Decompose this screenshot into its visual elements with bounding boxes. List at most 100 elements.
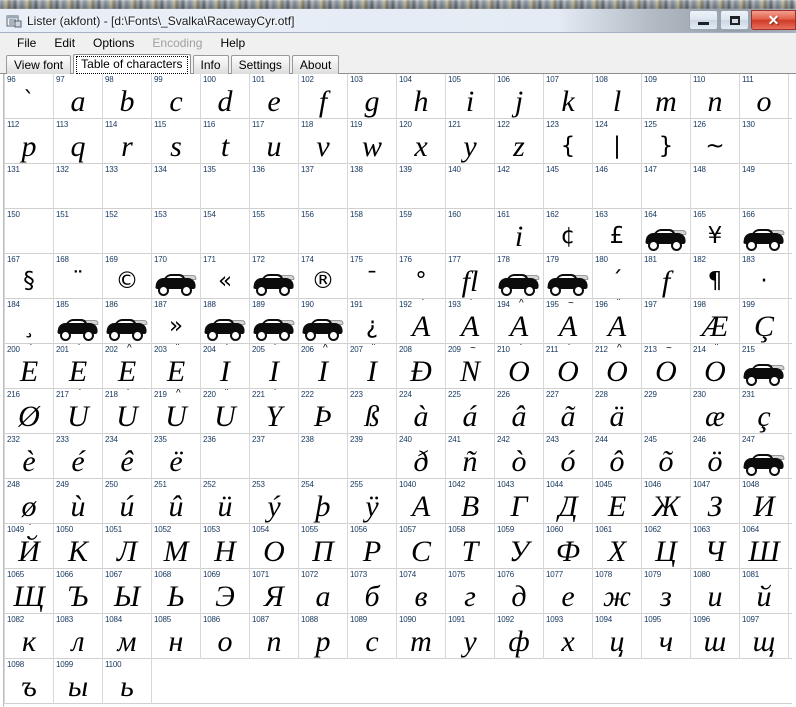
character-cell[interactable]: 169 © — [103, 254, 152, 299]
character-cell[interactable]: 148 — [691, 164, 740, 209]
character-cell[interactable]: 183 · — [740, 254, 789, 299]
character-cell[interactable]: 212 ^ O — [593, 344, 642, 389]
character-cell[interactable]: 1079 з — [642, 569, 691, 614]
character-cell[interactable]: 180 ´ — [593, 254, 642, 299]
character-cell[interactable]: 1081 й — [740, 569, 789, 614]
character-cell[interactable]: 162 ¢ — [544, 209, 593, 254]
character-cell[interactable]: 242 ò — [495, 434, 544, 479]
character-cell[interactable]: 238 — [299, 434, 348, 479]
character-cell[interactable]: 1053 Н — [201, 524, 250, 569]
character-cell[interactable]: 175 ¯ — [348, 254, 397, 299]
character-cell[interactable]: 145 — [544, 164, 593, 209]
character-cell[interactable]: 196 ¨ A — [593, 299, 642, 344]
character-cell[interactable]: 240 ð — [397, 434, 446, 479]
character-cell[interactable]: 255 ÿ — [348, 479, 397, 524]
character-cell[interactable]: 155 — [250, 209, 299, 254]
character-cell[interactable]: 185 — [54, 299, 103, 344]
character-cell[interactable]: 125} — [642, 119, 691, 164]
character-cell[interactable]: 193 ´ A — [446, 299, 495, 344]
character-cell[interactable]: 224 à — [397, 389, 446, 434]
character-cell[interactable]: 236 — [201, 434, 250, 479]
character-cell[interactable]: 214 ¨ O — [691, 344, 740, 389]
character-cell[interactable]: 117 u — [250, 119, 299, 164]
character-cell[interactable]: 142 — [495, 164, 544, 209]
character-cell[interactable]: 1047 З — [691, 479, 740, 524]
character-cell[interactable]: 126 ~ — [691, 119, 740, 164]
character-cell[interactable]: 1044 Д — [544, 479, 593, 524]
character-cell[interactable]: 107 k — [544, 74, 593, 119]
character-cell[interactable]: 179 — [544, 254, 593, 299]
character-cell[interactable]: 241 ñ — [446, 434, 495, 479]
character-cell[interactable]: 237 — [250, 434, 299, 479]
character-cell[interactable]: 130 — [740, 119, 789, 164]
character-cell[interactable]: 98 b — [103, 74, 152, 119]
character-cell[interactable]: 1097 щ — [740, 614, 789, 659]
character-cell[interactable]: 229 — [642, 389, 691, 434]
character-cell[interactable]: 205 ´ I — [250, 344, 299, 389]
maximize-button[interactable] — [720, 10, 749, 30]
character-cell[interactable]: 1076 д — [495, 569, 544, 614]
character-cell[interactable]: 1074 в — [397, 569, 446, 614]
menu-item-help[interactable]: Help — [211, 34, 254, 52]
character-cell[interactable]: 207 ¨ I — [348, 344, 397, 389]
character-cell[interactable]: 206 ^ I — [299, 344, 348, 389]
character-cell[interactable]: 112 p — [5, 119, 54, 164]
character-cell[interactable]: 217 ` U — [54, 389, 103, 434]
character-cell[interactable]: 116 t — [201, 119, 250, 164]
character-cell[interactable]: 1068 Ь — [152, 569, 201, 614]
character-cell[interactable]: 134 — [152, 164, 201, 209]
character-cell[interactable]: 1080 и — [691, 569, 740, 614]
character-cell[interactable]: 1073 б — [348, 569, 397, 614]
character-cell[interactable]: 1092 ф — [495, 614, 544, 659]
character-cell[interactable]: 170 — [152, 254, 201, 299]
character-cell[interactable]: 1067 Ы — [103, 569, 152, 614]
character-cell[interactable]: 152 — [103, 209, 152, 254]
menu-item-edit[interactable]: Edit — [45, 34, 84, 52]
tab-info[interactable]: Info — [192, 55, 229, 74]
character-cell[interactable]: 135 — [201, 164, 250, 209]
window-titlebar[interactable]: Lister (akfont) - [d:\Fonts\_Svalka\Race… — [0, 9, 796, 33]
character-cell[interactable]: 231 ç — [740, 389, 789, 434]
menu-item-file[interactable]: File — [8, 34, 45, 52]
character-cell[interactable]: 101 e — [250, 74, 299, 119]
character-cell[interactable]: 1088 р — [299, 614, 348, 659]
character-cell[interactable]: 136 — [250, 164, 299, 209]
character-cell[interactable]: 197 — [642, 299, 691, 344]
character-cell[interactable]: 251 û — [152, 479, 201, 524]
character-cell[interactable]: 198 Æ — [691, 299, 740, 344]
character-cell[interactable]: 244 ô — [593, 434, 642, 479]
character-cell[interactable]: 161 i — [495, 209, 544, 254]
character-cell[interactable]: 1089 с — [348, 614, 397, 659]
character-cell[interactable]: 153 — [152, 209, 201, 254]
character-cell[interactable]: 182 ¶ — [691, 254, 740, 299]
character-cell[interactable]: 253 ý — [250, 479, 299, 524]
character-cell[interactable]: 219 ^ U — [152, 389, 201, 434]
character-cell[interactable]: 166 — [740, 209, 789, 254]
character-cell[interactable]: 1077 е — [544, 569, 593, 614]
character-cell[interactable]: 247 — [740, 434, 789, 479]
character-cell[interactable]: 158 — [348, 209, 397, 254]
character-cell[interactable]: 187» — [152, 299, 201, 344]
character-cell[interactable]: 243 ó — [544, 434, 593, 479]
character-cell[interactable]: 215 — [740, 344, 789, 389]
character-cell[interactable]: 160 — [446, 209, 495, 254]
character-cell[interactable]: 1054 О — [250, 524, 299, 569]
character-cell[interactable]: 218 ´ U — [103, 389, 152, 434]
character-cell[interactable]: 199 Ç — [740, 299, 789, 344]
character-cell[interactable]: 115 s — [152, 119, 201, 164]
character-cell[interactable]: 233 é — [54, 434, 103, 479]
character-cell[interactable]: 140 — [446, 164, 495, 209]
character-cell[interactable]: 110 n — [691, 74, 740, 119]
character-cell[interactable]: 184 ¸ — [5, 299, 54, 344]
character-cell[interactable]: 245 õ — [642, 434, 691, 479]
character-cell[interactable]: 113 q — [54, 119, 103, 164]
character-cell[interactable]: 194 ^ A — [495, 299, 544, 344]
character-cell[interactable]: 202 ^ E — [103, 344, 152, 389]
character-cell[interactable]: 191 ¿ — [348, 299, 397, 344]
character-cell[interactable]: 1050 К — [54, 524, 103, 569]
character-cell[interactable]: 165 ¥ — [691, 209, 740, 254]
character-cell[interactable]: 1069 Э — [201, 569, 250, 614]
character-cell[interactable]: 246 ö — [691, 434, 740, 479]
character-cell[interactable]: 216 Ø — [5, 389, 54, 434]
character-cell[interactable]: 163 £ — [593, 209, 642, 254]
